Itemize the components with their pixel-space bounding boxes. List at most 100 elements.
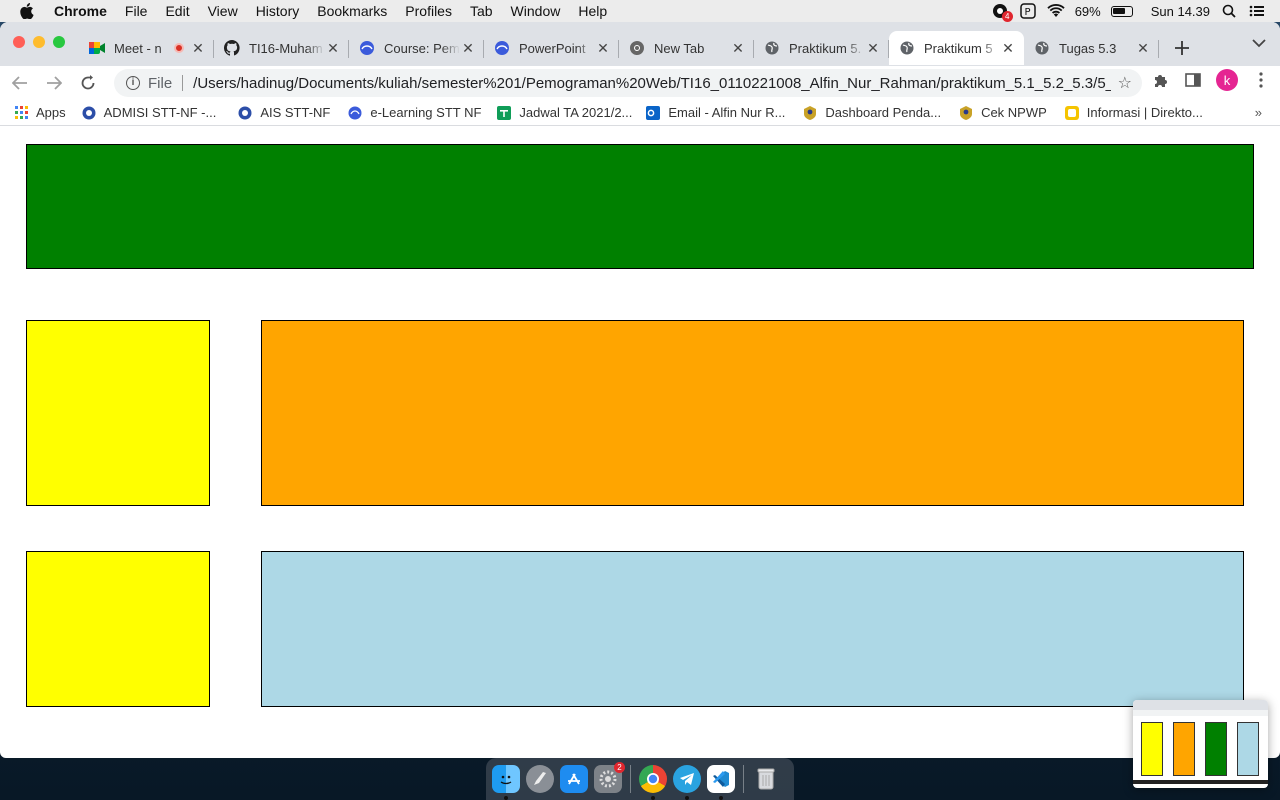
- bookmark-label: AIS STT-NF: [260, 105, 331, 120]
- thumbnail-column-green: [1205, 722, 1227, 776]
- sttnf-icon: [82, 106, 96, 120]
- tab-praktikum-active[interactable]: Praktikum 5 ✕: [889, 31, 1024, 65]
- bookmark-ais[interactable]: AIS STT-NF: [238, 105, 330, 120]
- new-tab-button[interactable]: [1167, 33, 1197, 63]
- menu-window[interactable]: Window: [511, 3, 561, 19]
- notification-badge: 4: [1001, 11, 1013, 22]
- control-center-icon[interactable]: [1248, 2, 1266, 20]
- bookmark-email[interactable]: Email - Alfin Nur R...: [646, 105, 785, 120]
- more-menu-icon[interactable]: [1252, 71, 1270, 89]
- sttnf-icon: [238, 106, 252, 120]
- url-text[interactable]: /Users/hadinug/Documents/kuliah/semester…: [193, 75, 1111, 92]
- chrome-icon[interactable]: [639, 765, 667, 800]
- sidebar-box-bottom: [26, 551, 210, 707]
- bookmark-jadwal[interactable]: Jadwal TA 2021/2...: [497, 105, 632, 120]
- tab-search-chevron-down-icon[interactable]: [1252, 36, 1266, 51]
- close-tab-icon[interactable]: ✕: [460, 40, 476, 57]
- address-bar[interactable]: i File /Users/hadinug/Documents/kuliah/s…: [114, 69, 1142, 97]
- menu-tab[interactable]: Tab: [470, 3, 493, 19]
- launchpad-icon[interactable]: [526, 765, 554, 793]
- menu-edit[interactable]: Edit: [165, 3, 189, 19]
- spotlight-search-icon[interactable]: [1220, 2, 1238, 20]
- tab-praktikum-1[interactable]: Praktikum 5. ✕: [754, 31, 889, 65]
- forward-arrow-icon[interactable]: [40, 69, 68, 97]
- menubar-status-area: 4 P 69% Sun 14.39: [991, 0, 1266, 22]
- menu-profiles[interactable]: Profiles: [405, 3, 452, 19]
- close-tab-icon[interactable]: ✕: [1000, 40, 1016, 57]
- bookmark-admisi[interactable]: ADMISI STT-NF -...: [82, 105, 216, 120]
- recording-app-icon[interactable]: 4: [991, 2, 1013, 22]
- reload-icon[interactable]: [74, 69, 102, 97]
- sheets-icon: [497, 105, 512, 120]
- running-indicator: [719, 796, 723, 800]
- thumbnail-column-blue: [1237, 722, 1259, 776]
- window-controls: [13, 36, 65, 48]
- footer-box: [261, 551, 1244, 707]
- apple-menu-icon[interactable]: [20, 3, 40, 19]
- back-arrow-icon[interactable]: [6, 69, 34, 97]
- bookmark-label: Cek NPWP: [981, 105, 1047, 120]
- close-tab-icon[interactable]: ✕: [730, 40, 746, 57]
- menubar-clock[interactable]: Sun 14.39: [1151, 4, 1210, 19]
- close-tab-icon[interactable]: ✕: [865, 40, 881, 57]
- bookmark-elearning[interactable]: e-Learning STT NF: [348, 105, 481, 120]
- bookmark-star-icon[interactable]: ☆: [1118, 73, 1132, 93]
- extensions-puzzle-icon[interactable]: [1152, 71, 1170, 89]
- bookmark-npwp[interactable]: Cek NPWP: [959, 105, 1047, 120]
- minimize-window-button[interactable]: [33, 36, 45, 48]
- tab-new-tab[interactable]: New Tab ✕: [619, 31, 754, 65]
- trash-icon[interactable]: [752, 765, 780, 793]
- bookmarks-overflow-chevron-icon[interactable]: »: [1255, 105, 1262, 120]
- zoom-window-button[interactable]: [53, 36, 65, 48]
- close-tab-icon[interactable]: ✕: [190, 40, 206, 57]
- menu-app-name[interactable]: Chrome: [54, 3, 107, 19]
- screenshot-preview-thumbnail[interactable]: [1133, 700, 1268, 788]
- vscode-icon[interactable]: [707, 765, 735, 800]
- header-box: [26, 144, 1254, 269]
- outlook-icon: [646, 105, 661, 120]
- bookmark-apps[interactable]: Apps: [14, 105, 66, 120]
- moodle-icon: [494, 40, 510, 56]
- system-preferences-icon[interactable]: 2: [594, 762, 625, 793]
- tab-title: Tugas 5.3: [1059, 40, 1117, 56]
- menu-help[interactable]: Help: [578, 3, 607, 19]
- menu-history[interactable]: History: [256, 3, 300, 19]
- close-tab-icon[interactable]: ✕: [1135, 40, 1151, 57]
- running-indicator: [685, 796, 689, 800]
- menu-view[interactable]: View: [208, 3, 238, 19]
- tab-powerpoint[interactable]: PowerPoint ✕: [484, 31, 619, 65]
- site-info-icon[interactable]: i: [126, 76, 140, 90]
- telegram-icon[interactable]: [673, 765, 701, 800]
- tab-meet[interactable]: Meet - n ✕: [79, 31, 214, 65]
- finder-icon[interactable]: [492, 765, 520, 800]
- bookmark-informasi[interactable]: Informasi | Direkto...: [1064, 105, 1203, 120]
- running-indicator: [504, 796, 508, 800]
- moodle-icon: [348, 106, 362, 120]
- tab-title: New Tab: [654, 40, 705, 56]
- close-tab-icon[interactable]: ✕: [325, 40, 341, 57]
- thumbnail-dock: [1133, 780, 1268, 784]
- profile-avatar[interactable]: k: [1216, 69, 1238, 91]
- menu-bookmarks[interactable]: Bookmarks: [317, 3, 387, 19]
- moodle-icon: [359, 40, 375, 56]
- wifi-icon[interactable]: [1047, 2, 1065, 20]
- chrome-window: Meet - n ✕ TI16-Muham ✕ Course: Pem ✕ Po…: [0, 22, 1280, 758]
- battery-icon[interactable]: [1110, 5, 1133, 17]
- app-store-icon[interactable]: [560, 765, 588, 793]
- dock-divider: [630, 765, 631, 793]
- bookmark-dashboard[interactable]: Dashboard Penda...: [803, 105, 941, 120]
- menu-file[interactable]: File: [125, 3, 148, 19]
- dock-divider: [743, 765, 744, 793]
- bookmark-label: Email - Alfin Nur R...: [668, 105, 786, 120]
- chrome-icon: [629, 40, 645, 56]
- close-window-button[interactable]: [13, 36, 25, 48]
- tab-course[interactable]: Course: Pem ✕: [349, 31, 484, 65]
- bookmark-label: Jadwal TA 2021/2...: [519, 105, 633, 120]
- thumbnail-column-yellow: [1141, 722, 1163, 776]
- tab-github[interactable]: TI16-Muham ✕: [214, 31, 349, 65]
- bookmarks-bar: Apps ADMISI STT-NF -... AIS STT-NF e-Lea…: [0, 100, 1280, 126]
- parallels-icon[interactable]: P: [1019, 2, 1037, 20]
- tab-tugas[interactable]: Tugas 5.3 ✕: [1024, 31, 1159, 65]
- close-tab-icon[interactable]: ✕: [595, 40, 611, 57]
- side-panel-icon[interactable]: [1184, 71, 1202, 89]
